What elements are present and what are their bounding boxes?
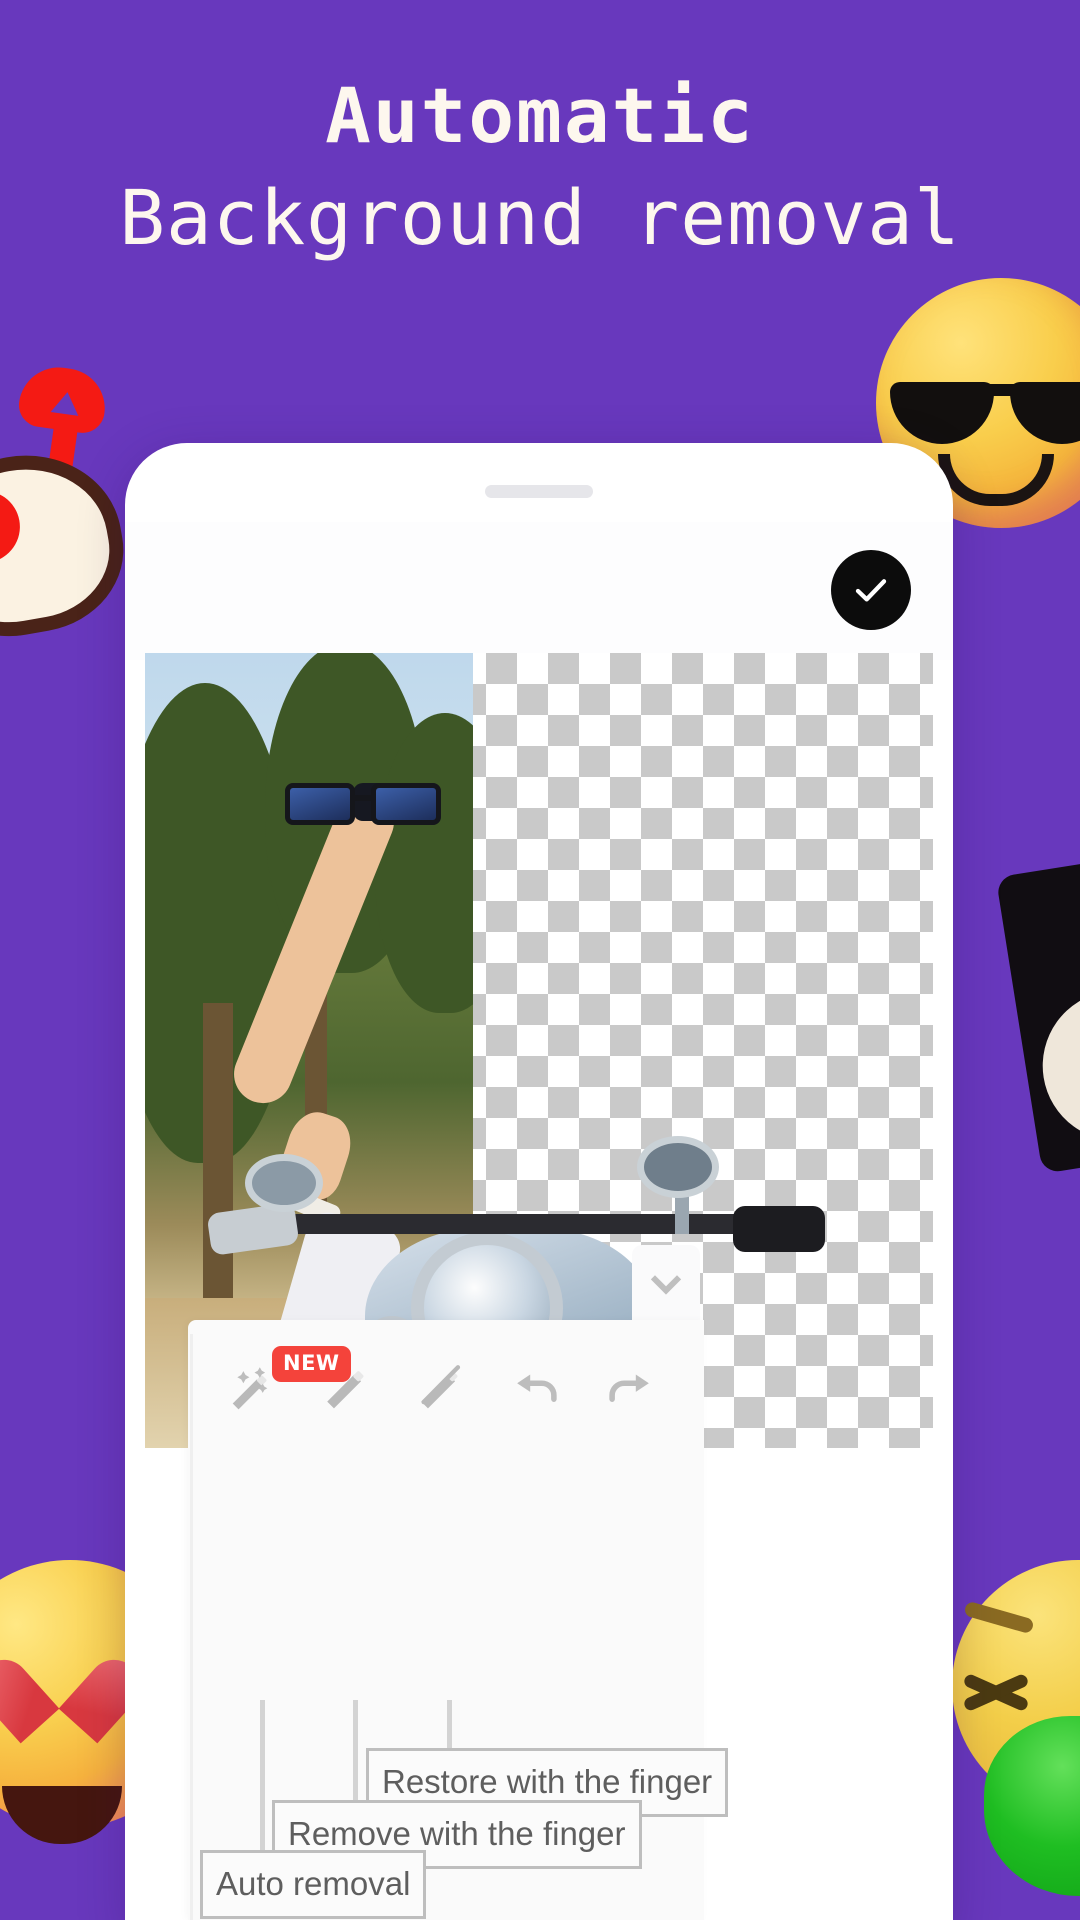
scooter-mirror-right — [637, 1136, 719, 1198]
page-title: Automatic Background removal — [0, 0, 1080, 256]
callout-leader-line — [353, 1700, 358, 1802]
tool-undo-button[interactable] — [488, 1342, 584, 1438]
confirm-button[interactable] — [831, 550, 911, 630]
tool-remove-finger-button[interactable] — [300, 1342, 396, 1438]
heart-eyes-emoji-heart — [14, 1646, 110, 1734]
callout-leader-line — [260, 1700, 265, 1850]
man-sunglasses-lens-left — [285, 783, 355, 825]
redo-arrow-icon — [609, 1374, 649, 1402]
page-title-line2: Background removal — [119, 173, 961, 262]
tool-restore-finger-button[interactable] — [394, 1342, 490, 1438]
phone-speaker-grille — [485, 485, 593, 498]
scooter-grip-right — [733, 1206, 825, 1252]
tool-redo-button[interactable] — [582, 1342, 678, 1438]
chevron-down-icon — [650, 1275, 682, 1295]
heart-eyes-emoji-mouth — [2, 1786, 122, 1844]
sunglasses-emoji-glasses — [890, 382, 1080, 448]
promo-screenshot: Automatic Background removal NEW Restore… — [0, 0, 1080, 1920]
dark-photo-card — [995, 846, 1080, 1174]
cat-sticker-face — [0, 439, 136, 651]
callout-leader-line — [447, 1700, 452, 1752]
wand-strikethrough-icon — [421, 1365, 461, 1409]
red-arrow-shaft — [39, 379, 85, 531]
man-sunglasses-lens-right — [371, 783, 441, 825]
sunglasses-emoji-lens-right — [1010, 382, 1080, 444]
vomiting-emoji-brow-left — [963, 1600, 1035, 1635]
eraser-wand-icon — [327, 1371, 364, 1409]
scooter-mirror-left — [245, 1154, 323, 1212]
dark-photo-card-subject — [1031, 979, 1080, 1152]
app-topbar — [125, 522, 953, 660]
cat-sticker-with-red-arrow — [0, 362, 136, 651]
toolbar-left-gutter — [190, 1334, 193, 1920]
page-title-line1: Automatic — [325, 71, 755, 160]
sunglasses-emoji-smile — [938, 454, 1054, 506]
callout-auto-removal: Auto removal — [200, 1850, 427, 1919]
collapse-toolbar-button[interactable] — [632, 1245, 700, 1323]
sunglasses-emoji-lens-left — [890, 382, 994, 444]
vomiting-emoji — [952, 1560, 1080, 1896]
vomiting-emoji-eye-left — [962, 1668, 1030, 1714]
red-arrow-head — [16, 362, 110, 436]
cat-sticker-red-shape — [0, 485, 26, 571]
sunglasses-emoji-bridge — [986, 384, 1022, 396]
check-icon — [855, 579, 887, 602]
toolbar-icon-row: NEW — [188, 1342, 704, 1438]
red-arrow-notch — [50, 390, 82, 416]
undo-arrow-icon — [517, 1374, 557, 1402]
vomiting-emoji-green-splash — [984, 1716, 1080, 1896]
